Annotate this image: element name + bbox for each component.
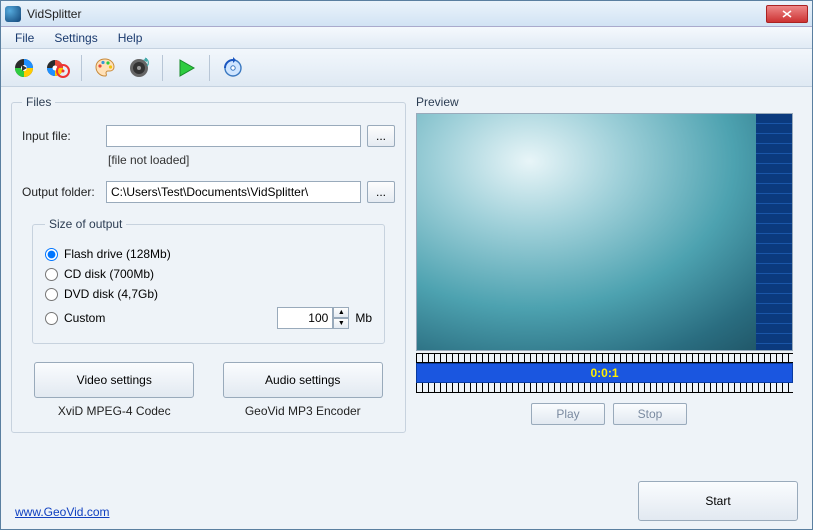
content-area: Files Input file: ... [file not loaded] … [1, 87, 812, 529]
preview-label: Preview [416, 95, 802, 109]
preview-side-strip [756, 114, 792, 350]
open-file-button[interactable] [9, 53, 39, 83]
toolbar-sep-1 [81, 55, 82, 81]
files-group: Files Input file: ... [file not loaded] … [11, 95, 406, 433]
audio-icon [127, 56, 151, 80]
video-settings-button[interactable]: Video settings [34, 362, 194, 398]
left-column: Files Input file: ... [file not loaded] … [11, 95, 406, 523]
window-title: VidSplitter [27, 7, 81, 21]
size-group: Size of output Flash drive (128Mb) CD di… [32, 217, 385, 344]
size-legend: Size of output [45, 217, 126, 231]
menubar: File Settings Help [1, 27, 812, 49]
start-button[interactable]: Start [638, 481, 798, 521]
settings-row: Video settings XviD MPEG-4 Codec Audio s… [32, 362, 385, 418]
video-settings-group: Video settings XviD MPEG-4 Codec [32, 362, 197, 418]
play-button-label: Play [556, 407, 579, 421]
titlebar-left: VidSplitter [5, 6, 81, 22]
size-label-dvd: DVD disk (4,7Gb) [64, 287, 158, 301]
output-browse-button[interactable]: ... [367, 181, 395, 203]
custom-size-unit: Mb [355, 311, 372, 325]
open-dvd-button[interactable] [43, 53, 73, 83]
ruler-top [416, 353, 793, 363]
size-radio-flash[interactable] [45, 248, 58, 261]
play-button[interactable]: Play [531, 403, 605, 425]
menu-settings[interactable]: Settings [46, 29, 105, 47]
open-dvd-icon [46, 56, 70, 80]
stop-button[interactable]: Stop [613, 403, 687, 425]
right-column: Preview 0:0:1 Play Stop [416, 95, 802, 523]
playback-row: Play Stop [416, 403, 802, 425]
output-folder-row: Output folder: ... [22, 181, 395, 203]
process-tool-button[interactable] [218, 53, 248, 83]
ellipsis-icon: ... [376, 185, 386, 199]
menu-help[interactable]: Help [110, 29, 151, 47]
input-file-row: Input file: ... [22, 125, 395, 147]
size-radio-dvd[interactable] [45, 288, 58, 301]
size-label-custom: Custom [64, 311, 105, 325]
size-option-custom[interactable]: Custom [45, 311, 105, 325]
output-folder-label: Output folder: [22, 185, 100, 199]
toolbar [1, 49, 812, 87]
input-file-label: Input file: [22, 129, 100, 143]
custom-size-spinner[interactable]: ▲ ▼ [277, 307, 349, 329]
toolbar-sep-2 [162, 55, 163, 81]
preview-viewport [416, 113, 793, 351]
size-radio-cd[interactable] [45, 268, 58, 281]
footer-link-row: www.GeoVid.com [15, 505, 109, 519]
input-browse-button[interactable]: ... [367, 125, 395, 147]
close-button[interactable] [766, 5, 808, 23]
files-legend: Files [22, 95, 55, 109]
output-folder-field[interactable] [106, 181, 361, 203]
play-tool-button[interactable] [171, 53, 201, 83]
menu-file[interactable]: File [7, 29, 42, 47]
audio-settings-tool-button[interactable] [124, 53, 154, 83]
video-codec-text: XviD MPEG-4 Codec [58, 404, 171, 418]
size-option-cd[interactable]: CD disk (700Mb) [45, 267, 372, 281]
size-radio-custom[interactable] [45, 312, 58, 325]
size-label-flash: Flash drive (128Mb) [64, 247, 171, 261]
timeline-time: 0:0:1 [590, 366, 618, 380]
size-option-dvd[interactable]: DVD disk (4,7Gb) [45, 287, 372, 301]
size-option-custom-row: Custom ▲ ▼ Mb [45, 307, 372, 329]
close-icon [782, 10, 792, 18]
audio-codec-text: GeoVid MP3 Encoder [245, 404, 361, 418]
play-icon [175, 57, 197, 79]
audio-settings-button-label: Audio settings [265, 373, 340, 387]
custom-size-input[interactable] [277, 307, 333, 329]
toolbar-sep-3 [209, 55, 210, 81]
audio-settings-group: Audio settings GeoVid MP3 Encoder [221, 362, 386, 418]
audio-settings-button[interactable]: Audio settings [223, 362, 383, 398]
input-file-status: [file not loaded] [108, 153, 395, 167]
titlebar: VidSplitter [1, 1, 812, 27]
input-file-field[interactable] [106, 125, 361, 147]
size-option-flash[interactable]: Flash drive (128Mb) [45, 247, 372, 261]
geovid-link[interactable]: www.GeoVid.com [15, 505, 109, 519]
video-settings-button-label: Video settings [77, 373, 152, 387]
app-icon [5, 6, 21, 22]
ellipsis-icon: ... [376, 129, 386, 143]
start-button-label: Start [705, 494, 730, 508]
process-icon [221, 56, 245, 80]
ruler-bottom [416, 383, 793, 393]
spinner-down[interactable]: ▼ [333, 318, 349, 329]
app-window: VidSplitter File Settings Help [0, 0, 813, 530]
timeline[interactable]: 0:0:1 [416, 363, 793, 383]
spinner-up[interactable]: ▲ [333, 307, 349, 318]
open-file-icon [12, 56, 36, 80]
video-settings-tool-button[interactable] [90, 53, 120, 83]
size-label-cd: CD disk (700Mb) [64, 267, 154, 281]
palette-icon [93, 56, 117, 80]
stop-button-label: Stop [638, 407, 663, 421]
